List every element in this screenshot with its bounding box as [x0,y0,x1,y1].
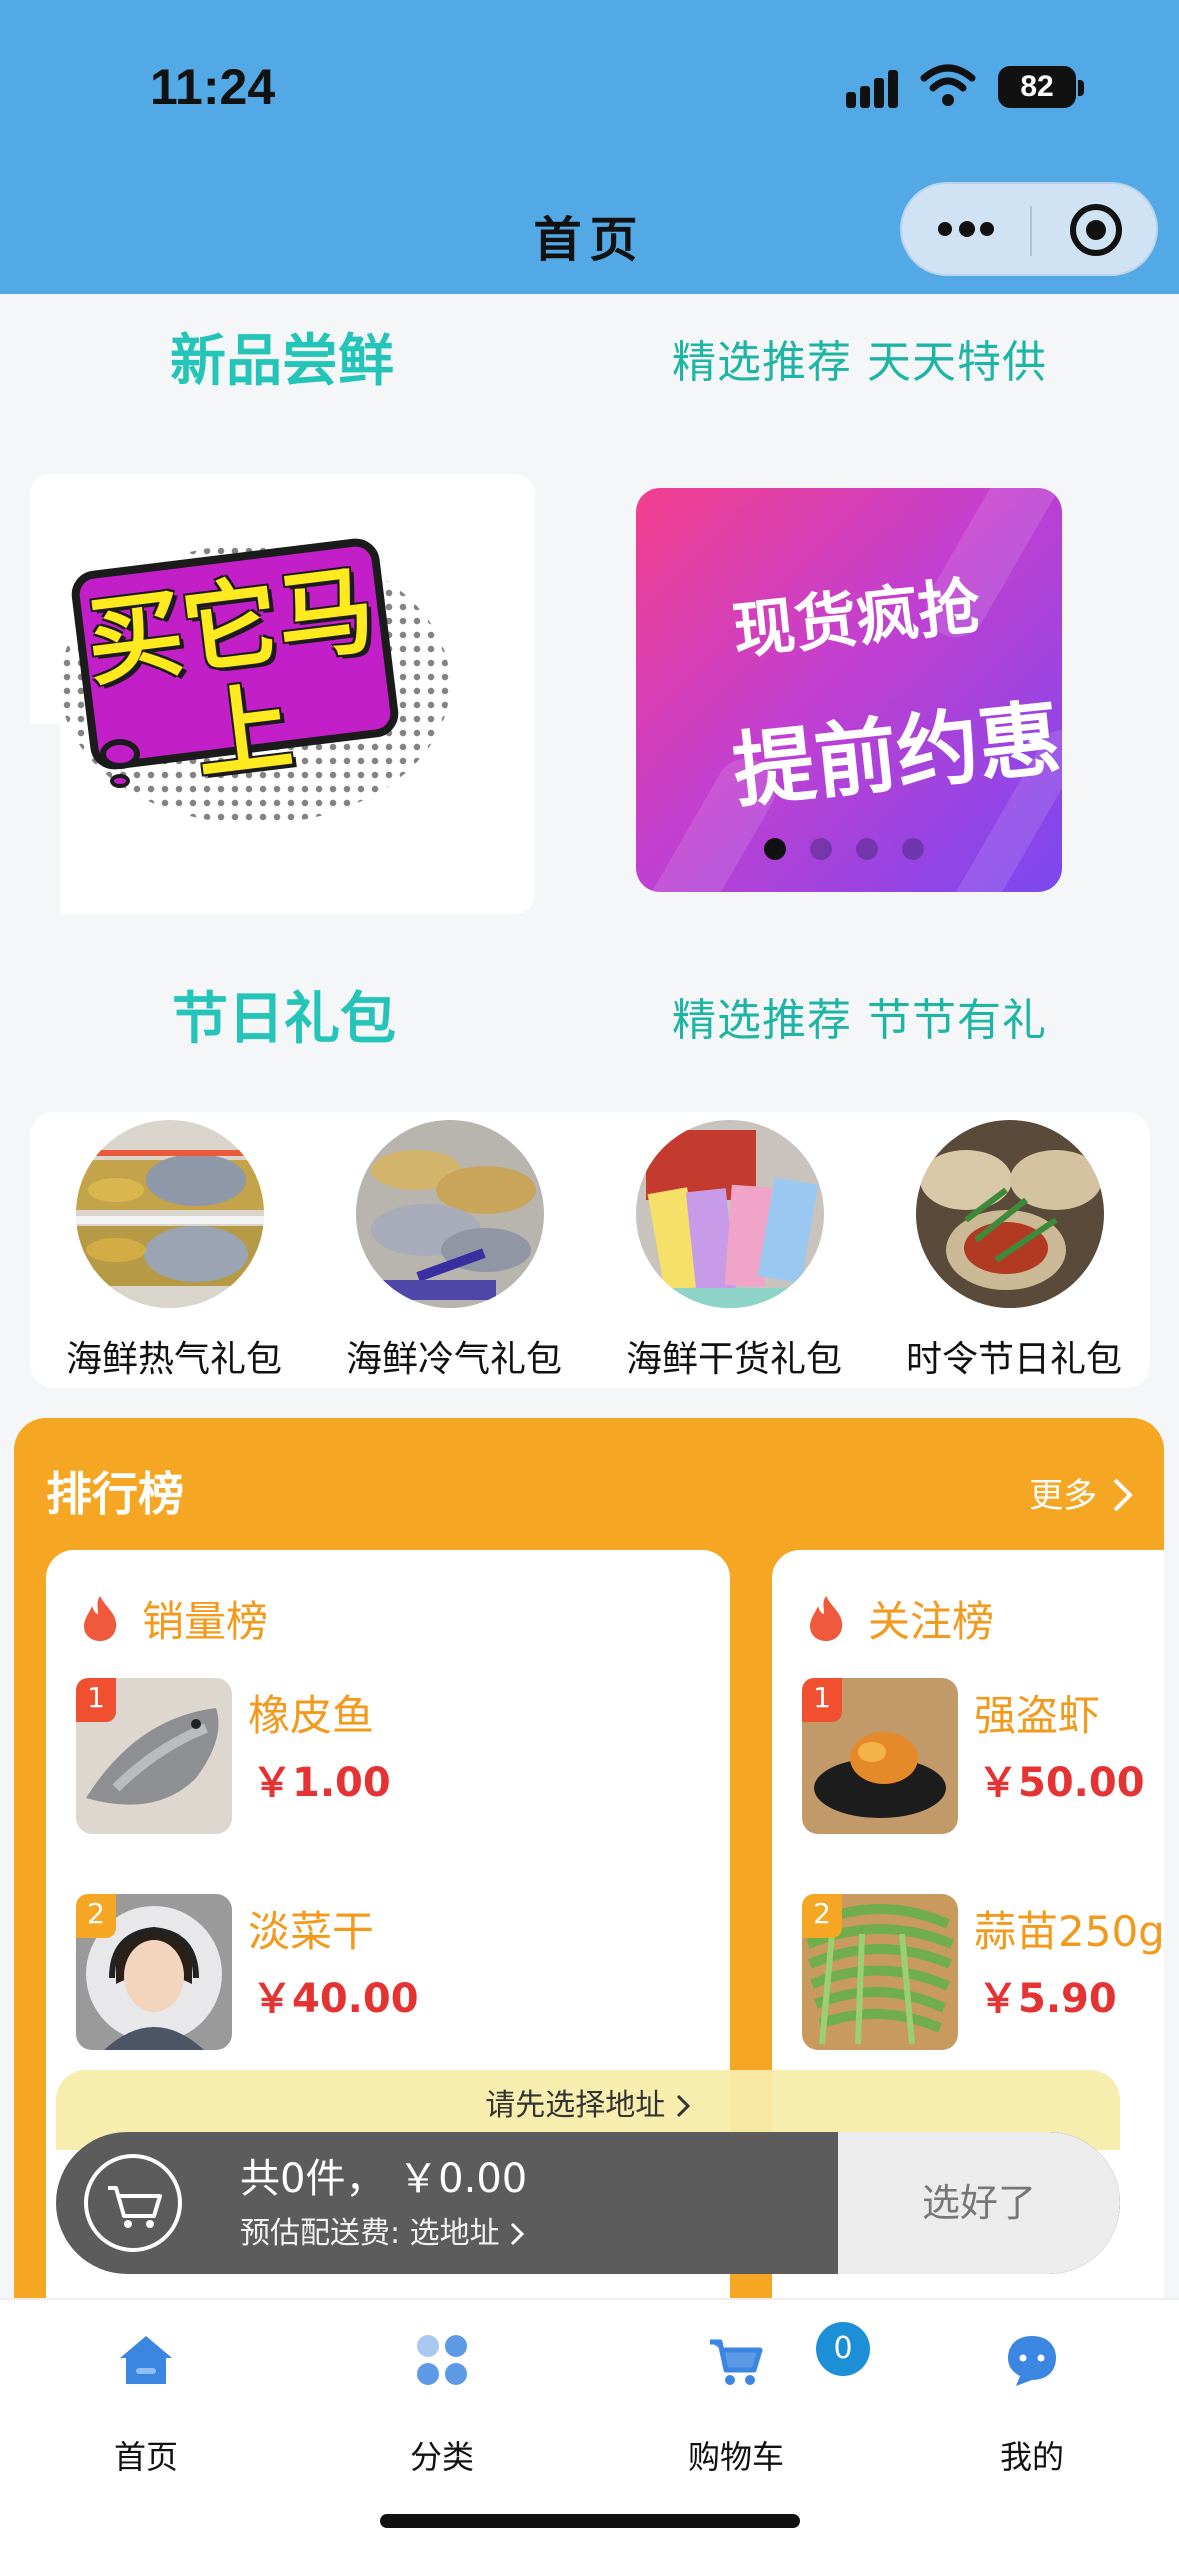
product-name: 淡菜干 [248,1907,375,1956]
cart-icon [108,2186,162,2228]
ranking-more-link[interactable]: 更多 [1029,1468,1134,1517]
tab-label: 首页 [113,2438,178,2476]
ranking-item[interactable]: 2 蒜苗250g ￥5.90 [802,1894,1164,2054]
miniprogram-capsule[interactable] [900,182,1158,276]
flame-icon [84,1596,117,1641]
gift-section-subtitle: 精选推荐 节节有礼 [672,995,1047,1046]
cart-count-badge: 0 [816,2322,870,2376]
product-price: ￥50.00 [978,1760,1145,1806]
close-miniprogram-icon[interactable] [1070,204,1122,256]
home-icon [120,2336,172,2384]
gift-pack-item[interactable]: 海鲜干货礼包 [594,1120,844,1380]
gift-image-chilled-seafood [356,1120,544,1308]
tab-label: 我的 [999,2438,1064,2476]
gift-label: 海鲜冷气礼包 [345,1339,562,1380]
ranking-title: 排行榜 [46,1467,184,1521]
follow-ranking-title: 关注榜 [868,1597,995,1646]
ranking-more-label: 更多 [1029,1476,1098,1516]
delivery-fee-text: 预估配送费: 选地址 [240,2216,510,2251]
shopping-cart-icon [710,2339,763,2385]
carousel-dot-4 [902,838,924,860]
chat-bubble-icon [1008,2336,1056,2386]
rank-badge: 1 [76,1678,116,1722]
chevron-right-icon [511,2222,525,2246]
banner-carousel[interactable]: 买它马上 现货疯抢 提前约惠 [30,474,1170,914]
promo-line-1: 现货疯抢 [729,569,984,668]
product-name: 橡皮鱼 [248,1691,375,1740]
rank-badge: 1 [802,1678,842,1722]
more-icon[interactable] [938,221,994,238]
chevron-right-icon [676,2094,690,2118]
home-indicator[interactable] [380,2514,800,2528]
flame-icon [810,1596,843,1641]
rank-badge: 2 [76,1894,116,1938]
battery-icon: 82 [998,66,1076,108]
gift-pack-item[interactable]: 海鲜热气礼包 [34,1120,284,1380]
capsule-divider [1030,206,1032,256]
cart-total: 共0件， ￥0.00 [240,2156,528,2202]
wifi-icon [920,64,976,106]
battery-nub [1078,80,1084,96]
gift-label: 海鲜干货礼包 [625,1339,842,1380]
gift-pack-item[interactable]: 时令节日礼包 [874,1120,1124,1380]
carousel-dot-3 [856,838,878,860]
gift-label: 海鲜热气礼包 [65,1339,282,1380]
confirm-selection-button[interactable]: 选好了 [838,2132,1120,2274]
delivery-fee[interactable]: 预估配送费: 选地址 [240,2208,525,2252]
product-price: ￥40.00 [252,1976,419,2022]
gift-label: 时令节日礼包 [905,1339,1122,1380]
gift-image-fresh-seafood [76,1120,264,1308]
gift-pack-item[interactable]: 海鲜冷气礼包 [314,1120,564,1380]
status-time: 11:24 [150,59,276,115]
status-and-nav-bar: 11:24 82 首页 [0,0,1179,294]
carousel-indicator [764,838,924,862]
tab-home[interactable]: 首页 [66,2320,226,2476]
product-name: 蒜苗250g [974,1907,1164,1956]
carousel-dot-1 [764,838,786,860]
tab-cart[interactable]: 购物车 [656,2320,816,2476]
tab-category[interactable]: 分类 [362,2320,522,2476]
ranking-item[interactable]: 1 强盗虾 ￥50.00 [802,1678,1164,1838]
tab-label: 购物车 [687,2438,784,2476]
banner-slide-left[interactable]: 买它马上 [30,474,535,914]
address-prompt-text: 请先选择地址 [485,2088,675,2123]
chevron-right-icon [1113,1478,1133,1512]
product-price: ￥5.90 [978,1976,1117,2022]
sales-ranking-title: 销量榜 [142,1597,269,1646]
product-name: 强盗虾 [974,1691,1101,1740]
cart-summary-bar[interactable]: 共0件， ￥0.00 预估配送费: 选地址 选好了 [56,2132,1120,2274]
gift-section-title: 节日礼包 [172,987,396,1052]
ranking-item[interactable]: 2 淡菜干 ￥40.00 [76,1894,696,2054]
tab-label: 分类 [409,2438,474,2476]
banner-left-text: 买它马上 [80,553,381,793]
new-section-subtitle: 精选推荐 天天特供 [672,337,1047,388]
gift-image-seasonal-festival [916,1120,1104,1308]
product-price: ￥1.00 [252,1760,391,1806]
rank-badge: 2 [802,1894,842,1938]
banner-slide-promo[interactable]: 现货疯抢 提前约惠 [636,488,1062,892]
cellular-signal-icon [846,68,904,108]
carousel-dot-2 [810,838,832,860]
gift-image-dried-seafood [636,1120,824,1308]
category-icon [417,2335,467,2385]
banner-notch [30,724,60,914]
cart-button[interactable] [84,2154,182,2252]
tab-mine[interactable]: 我的 [952,2320,1112,2476]
new-section-title: 新品尝鲜 [170,329,394,394]
ranking-item[interactable]: 1 橡皮鱼 ￥1.00 [76,1678,696,1838]
